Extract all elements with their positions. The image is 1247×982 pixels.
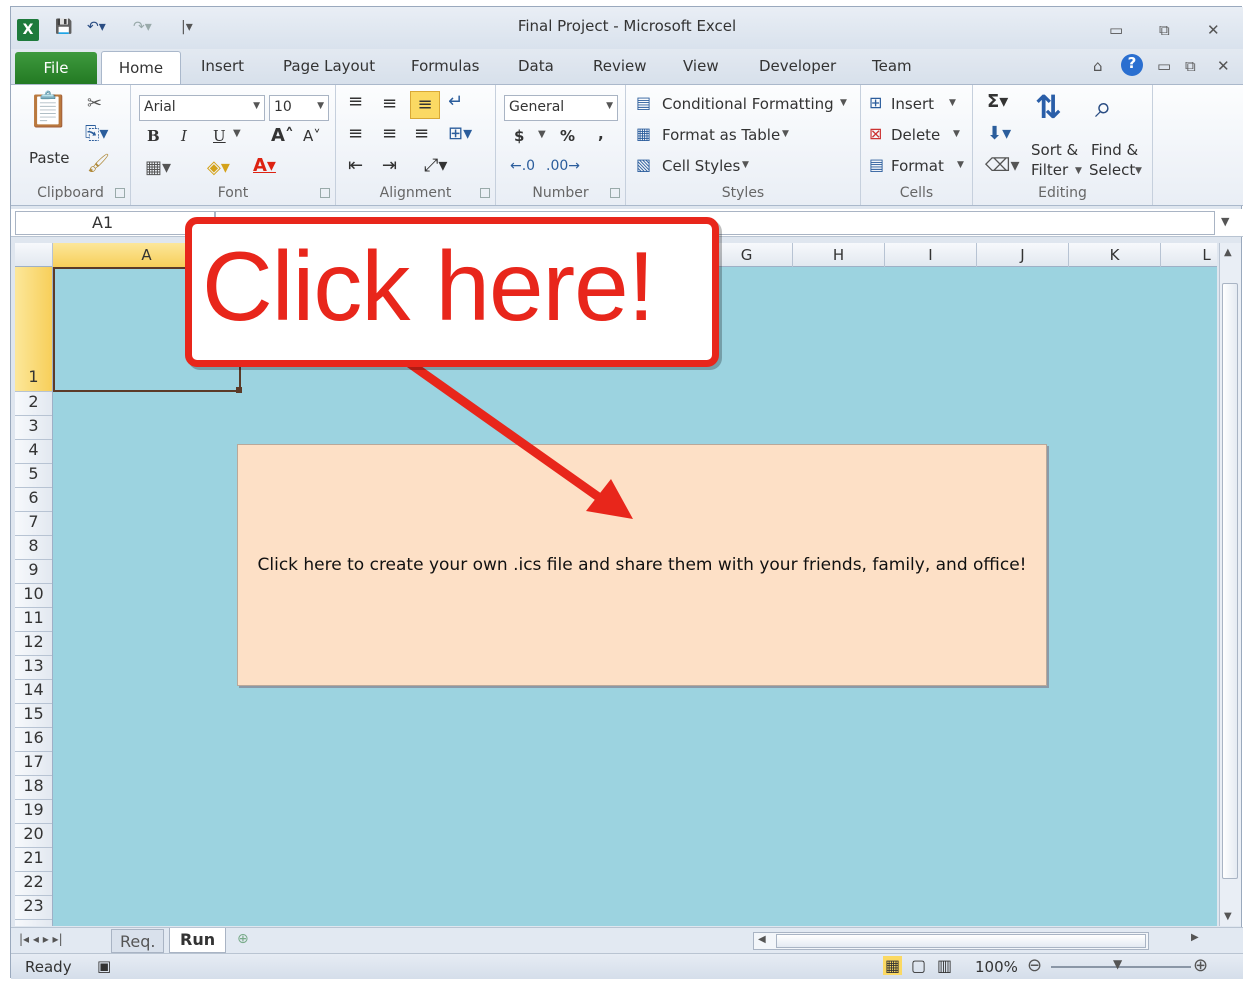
callout-text: Click here! [202, 231, 655, 341]
click-here-callout: Click here! [185, 217, 719, 367]
excel-window: X 💾 ↶▾ ↷▾ |▾ Final Project - Microsoft E… [10, 6, 1243, 979]
callout-arrow [404, 358, 633, 519]
